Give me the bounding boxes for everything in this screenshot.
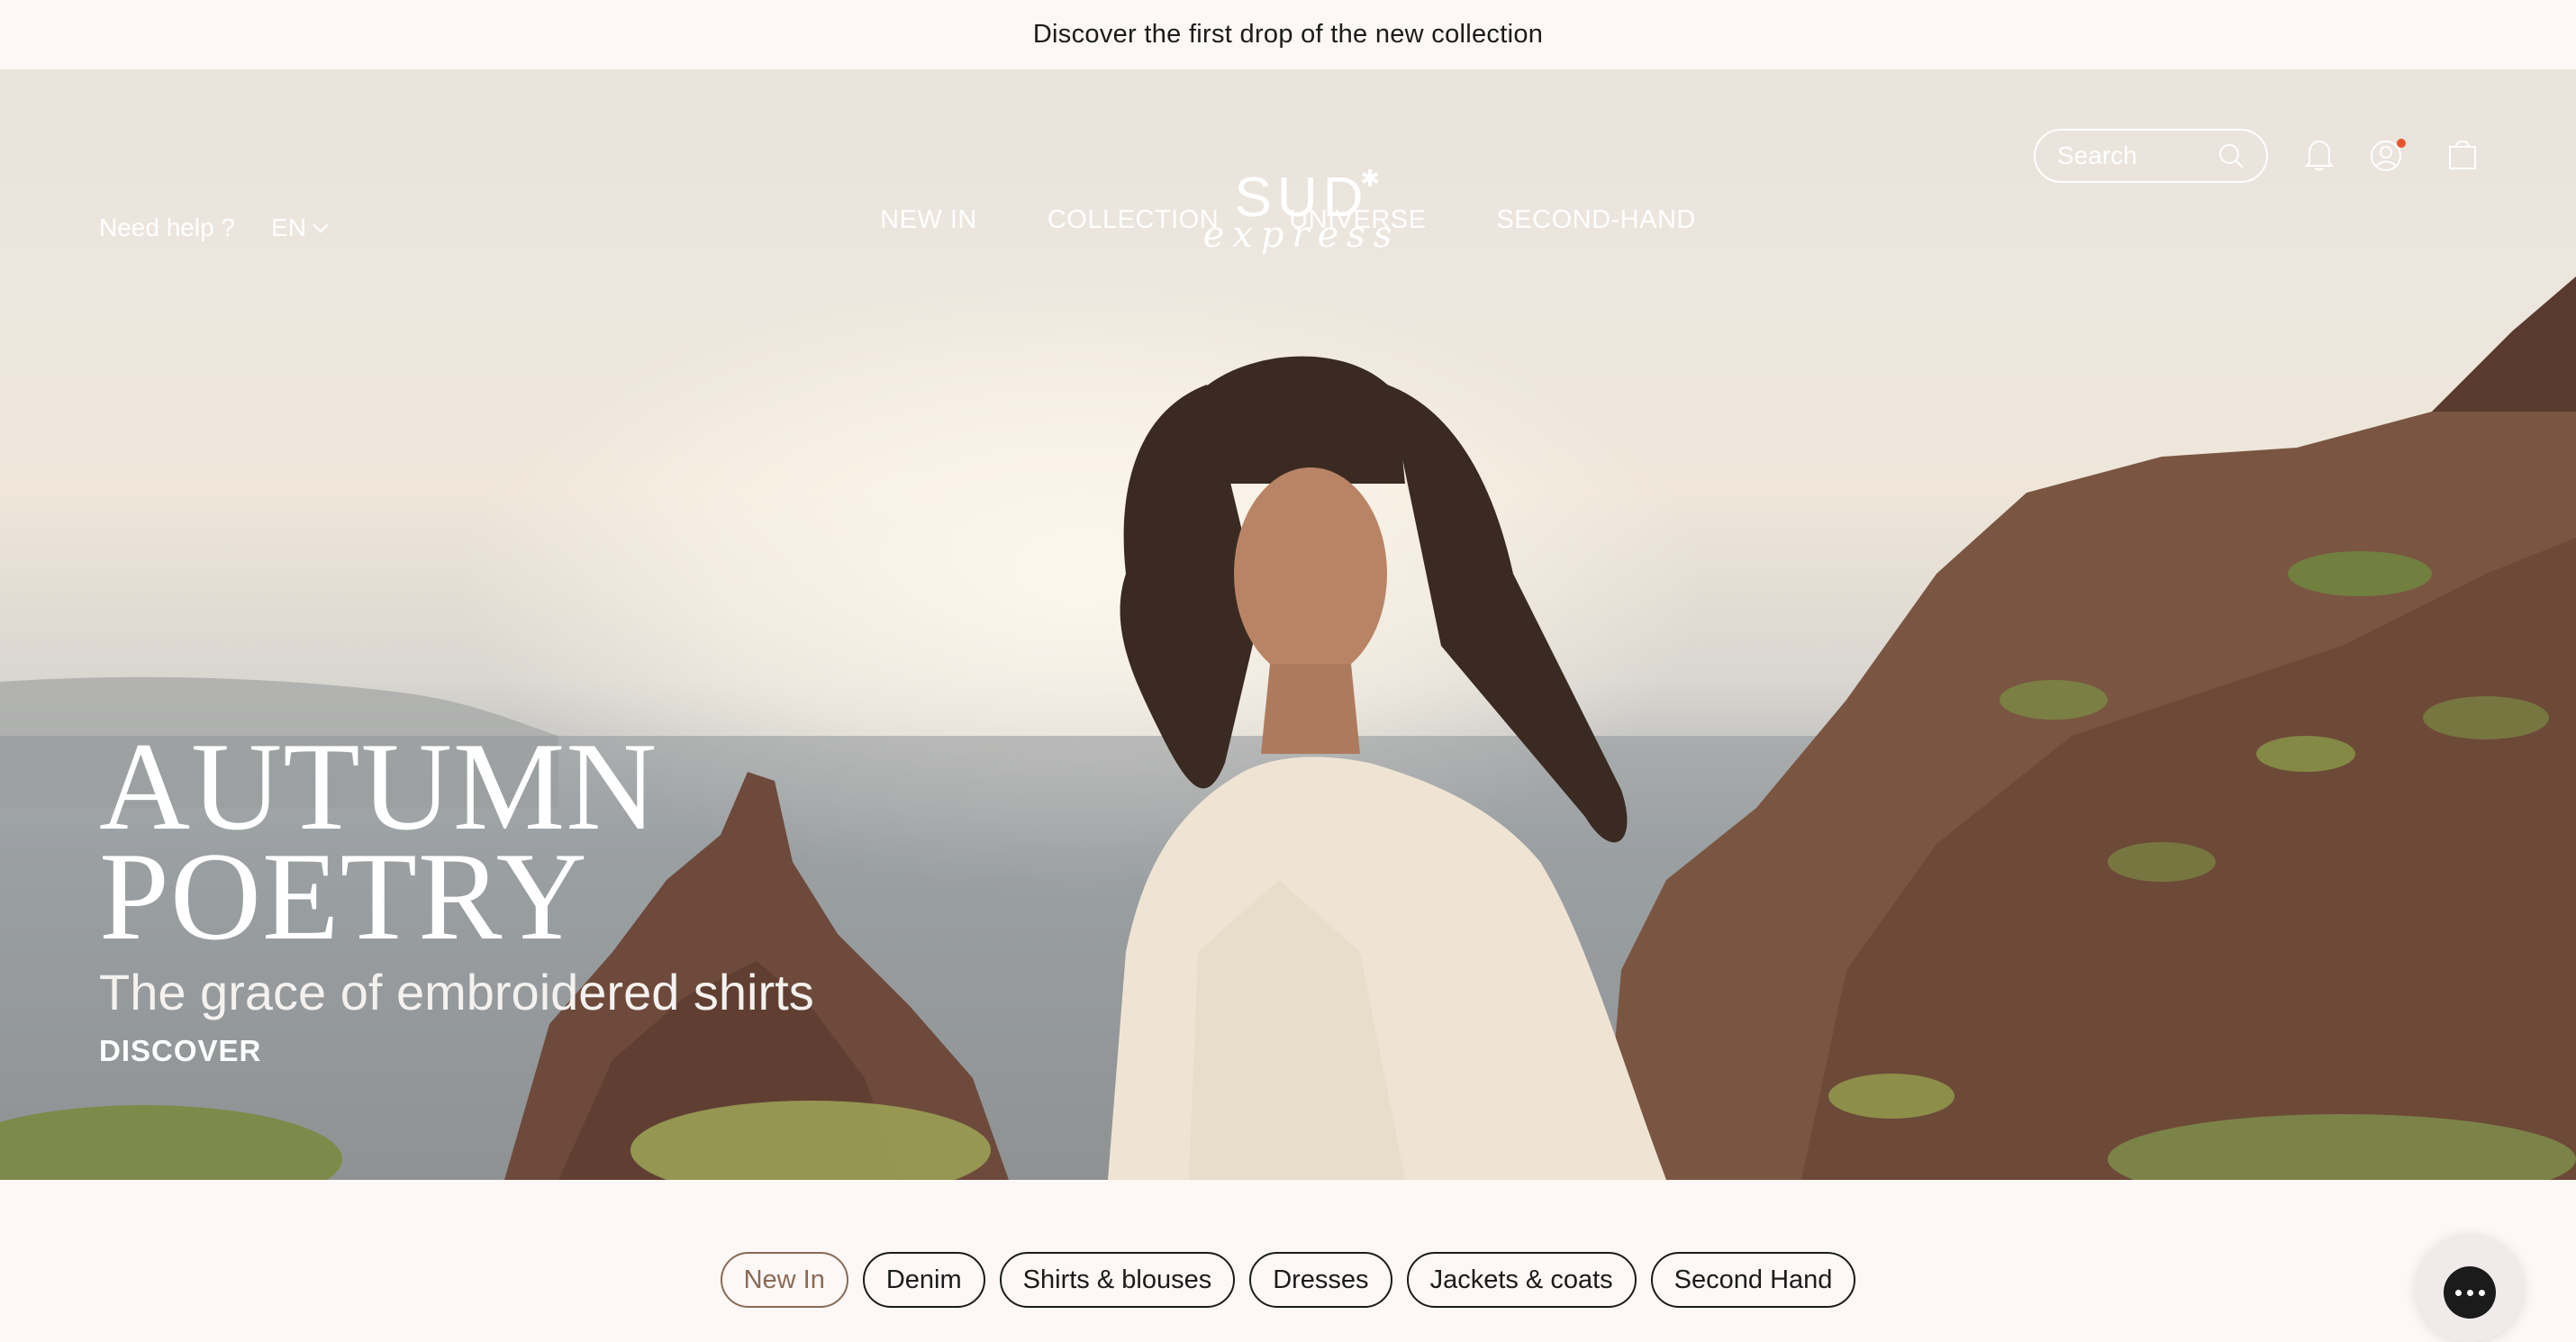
chip-shirts-blouses[interactable]: Shirts & blouses (999, 1252, 1236, 1308)
chip-second-hand[interactable]: Second Hand (1650, 1252, 1856, 1308)
logo-star-icon: ✱ (1360, 165, 1380, 192)
announcement-bar: Discover the first drop of the new colle… (0, 0, 2576, 69)
discover-link[interactable]: DISCOVER (99, 1034, 814, 1068)
hero-title-line2: POETRY (99, 827, 588, 966)
search-box[interactable] (2034, 129, 2268, 183)
nav-item-second-hand[interactable]: SECOND-HAND (1496, 205, 1695, 235)
chip-jackets-coats[interactable]: Jackets & coats (1406, 1252, 1637, 1308)
shopping-bag-icon[interactable] (2446, 136, 2479, 172)
chat-widget-button[interactable] (2416, 1234, 2524, 1342)
nav-item-universe[interactable]: UNIVERSE (1289, 205, 1426, 235)
chip-denim[interactable]: Denim (862, 1252, 985, 1308)
chip-dresses[interactable]: Dresses (1249, 1252, 1392, 1308)
hero-banner[interactable]: Need help ? EN SUD express ✱ NEW IN COLL… (0, 69, 2576, 1180)
category-chips: New In Denim Shirts & blouses Dresses Ja… (0, 1252, 2576, 1308)
search-input[interactable] (2057, 141, 2210, 170)
main-nav: NEW IN COLLECTION UNIVERSE SECOND-HAND (0, 205, 2576, 235)
nav-item-new-in[interactable]: NEW IN (880, 205, 977, 235)
user-icon[interactable] (2369, 136, 2408, 176)
chat-icon (2444, 1266, 2496, 1319)
chip-new-in[interactable]: New In (720, 1252, 848, 1308)
nav-item-collection[interactable]: COLLECTION (1048, 205, 1219, 235)
hero-text-block: AUTUMN POETRY The grace of embroidered s… (99, 717, 814, 1068)
search-icon[interactable] (2218, 142, 2245, 169)
bell-icon[interactable] (2304, 138, 2335, 172)
notification-dot (2397, 139, 2406, 148)
hero-title-line1: AUTUMN (99, 717, 658, 857)
hero-subtitle: The grace of embroidered shirts (99, 964, 814, 1020)
announcement-text[interactable]: Discover the first drop of the new colle… (1033, 20, 1543, 50)
